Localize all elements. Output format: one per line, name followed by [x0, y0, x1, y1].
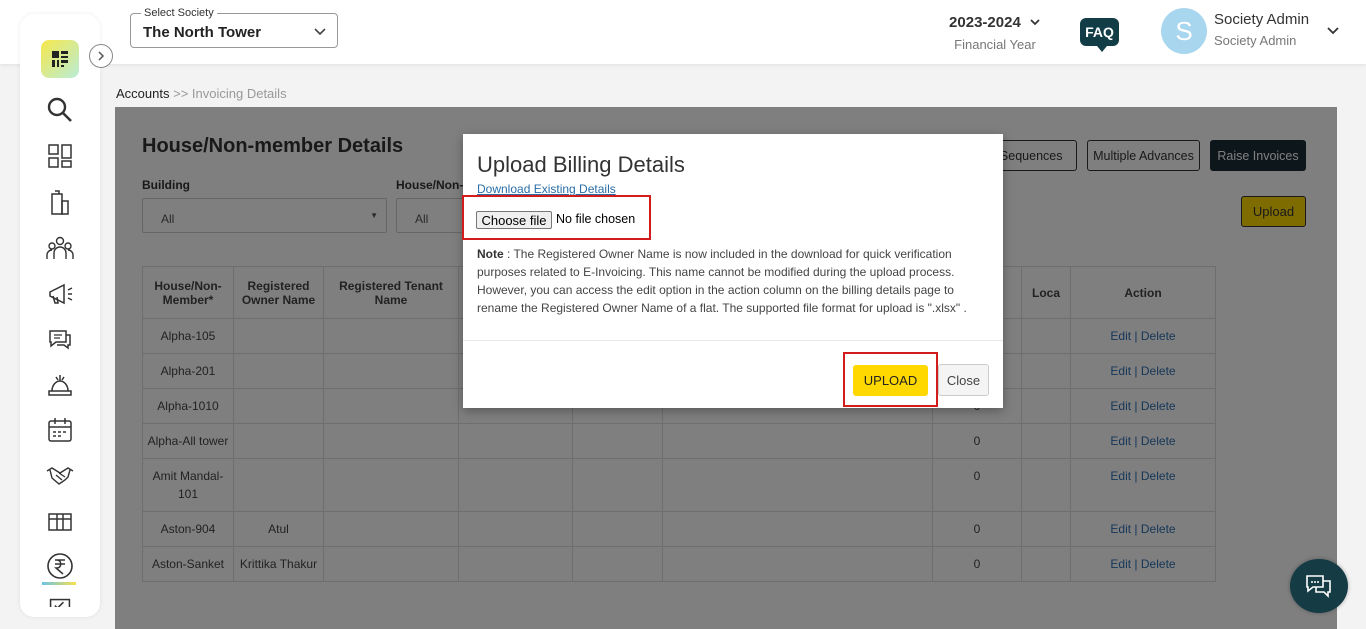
rupee-icon[interactable]: [45, 551, 75, 581]
financial-year-selector[interactable]: 2023-2024 Financial Year: [945, 14, 1045, 52]
calendar-icon[interactable]: [45, 415, 75, 445]
choose-file-button[interactable]: Choose file: [476, 211, 552, 229]
society-select-label: Select Society: [141, 7, 217, 19]
chevron-down-icon: [314, 28, 326, 36]
breadcrumb: Accounts >> Invoicing Details: [116, 86, 287, 101]
app-logo: [41, 40, 79, 78]
modal-close-button[interactable]: Close: [938, 364, 989, 396]
file-status: No file chosen: [556, 212, 636, 226]
society-select[interactable]: Select Society The North Tower: [130, 7, 338, 48]
avatar[interactable]: S: [1161, 8, 1207, 54]
building-icon[interactable]: [45, 188, 75, 218]
financial-year-label: Financial Year: [954, 37, 1036, 52]
handshake-icon[interactable]: [45, 460, 75, 490]
note-text: : The Registered Owner Name is now inclu…: [477, 247, 967, 315]
dashboard-icon[interactable]: [45, 141, 75, 171]
chat-icon[interactable]: [45, 324, 75, 354]
user-role: Society Admin: [1214, 33, 1297, 48]
announcement-icon[interactable]: [45, 279, 75, 309]
upload-billing-modal: Upload Billing Details Download Existing…: [462, 134, 1003, 408]
checklist-icon[interactable]: [45, 597, 75, 607]
sidebar-toggle-button[interactable]: [89, 44, 113, 68]
chevron-down-icon: [1030, 19, 1040, 26]
breadcrumb-accounts[interactable]: Accounts: [116, 86, 169, 101]
financial-year-value: 2023-2024: [949, 14, 1021, 31]
note-label: Note: [477, 247, 504, 261]
society-select-value: The North Tower: [143, 24, 262, 41]
chat-support-button[interactable]: [1290, 559, 1348, 613]
user-menu-chevron-icon[interactable]: [1326, 24, 1340, 38]
gift-icon[interactable]: [45, 505, 75, 535]
download-existing-link[interactable]: Download Existing Details: [477, 182, 616, 196]
search-icon[interactable]: [45, 95, 75, 125]
modal-upload-button[interactable]: UPLOAD: [853, 365, 928, 396]
sidebar: [20, 14, 100, 617]
modal-title: Upload Billing Details: [477, 152, 685, 177]
chat-bubble-icon: [1306, 575, 1331, 598]
chevron-right-icon: [98, 51, 105, 61]
top-bar: Select Society The North Tower 2023-2024…: [0, 0, 1366, 64]
members-icon[interactable]: [45, 233, 75, 263]
upload-note: Note : The Registered Owner Name is now …: [477, 245, 977, 317]
faq-button[interactable]: FAQ: [1080, 18, 1119, 52]
logo-icon: [52, 51, 68, 67]
user-name: Society Admin: [1214, 11, 1310, 28]
amenities-icon[interactable]: [45, 370, 75, 400]
modal-divider: [463, 340, 1003, 341]
active-indicator: [42, 582, 76, 585]
breadcrumb-current: Invoicing Details: [191, 86, 287, 101]
breadcrumb-separator: >>: [169, 86, 192, 101]
